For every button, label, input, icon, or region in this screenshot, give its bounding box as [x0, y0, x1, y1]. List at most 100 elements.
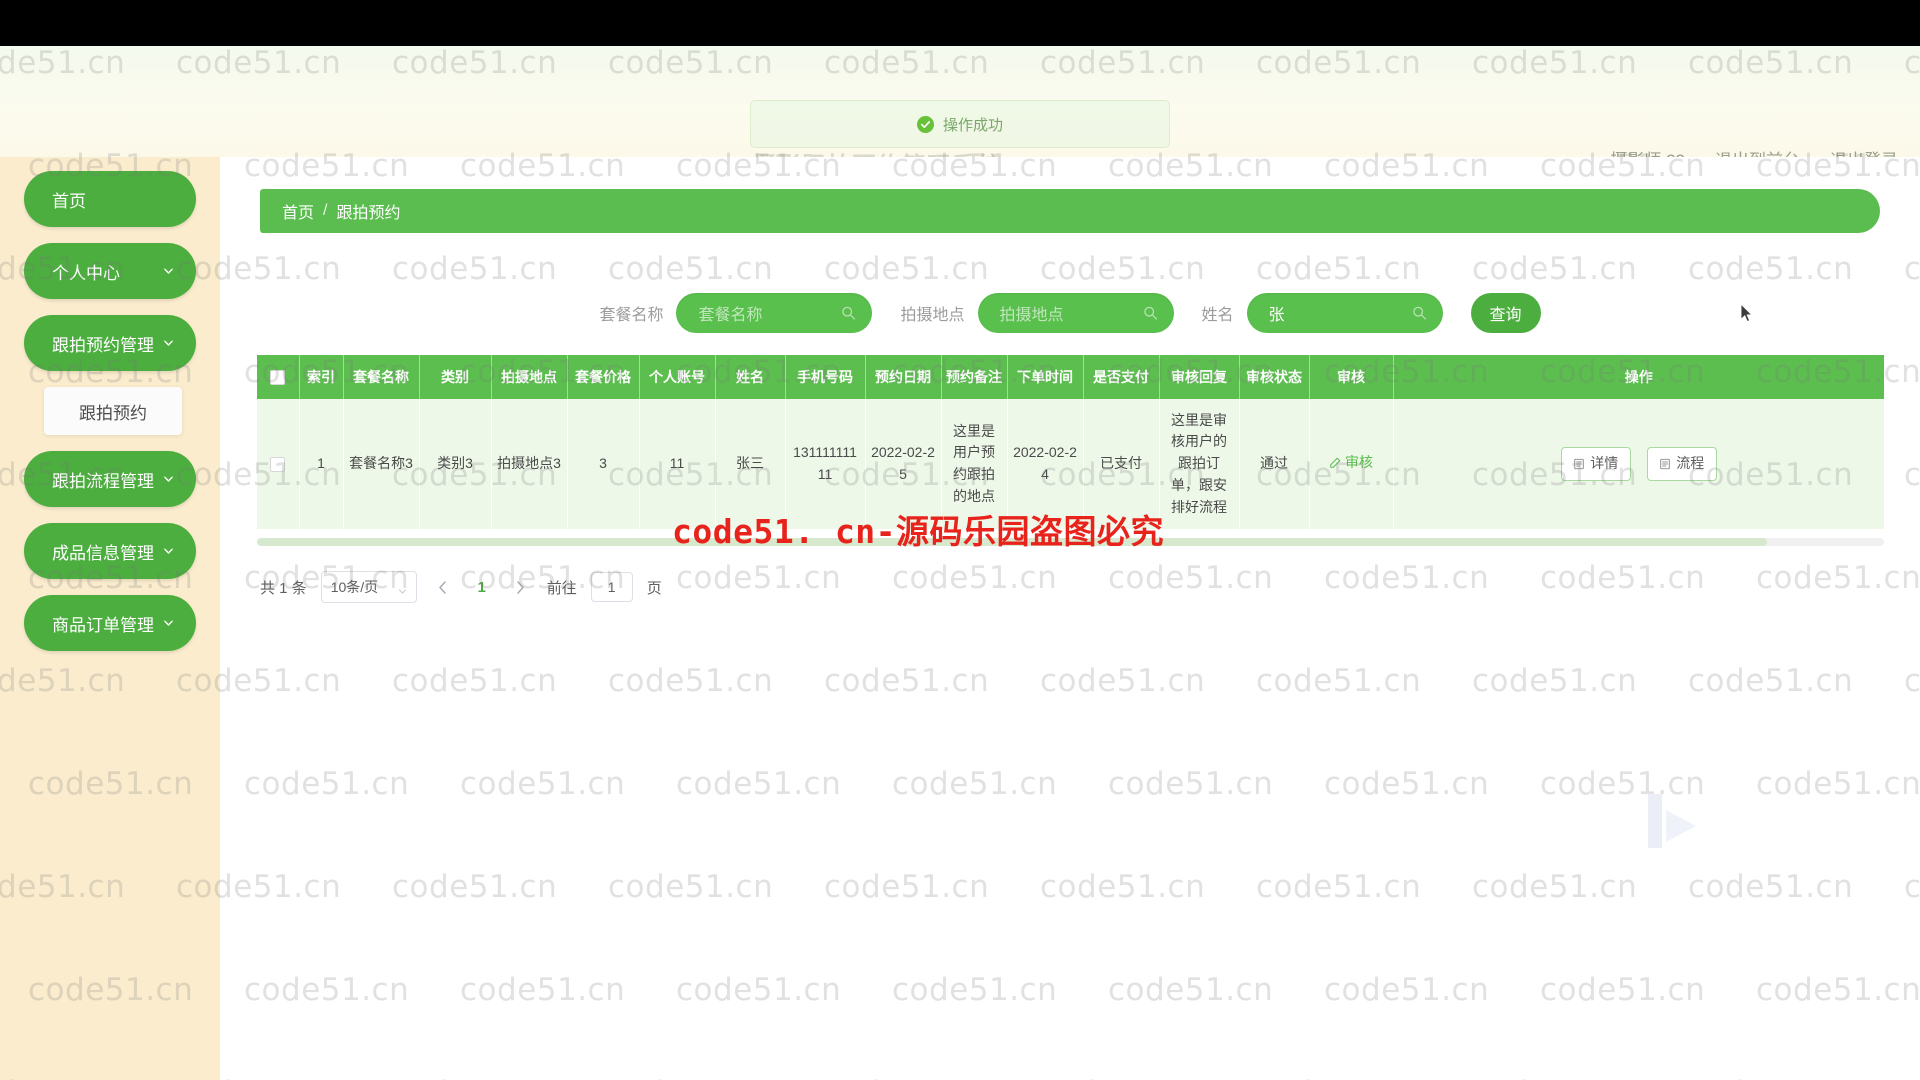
toast-message: 操作成功 [942, 116, 1003, 134]
submenu-booking-management: 跟拍预约 [44, 387, 182, 435]
cell-category: 类别3 [419, 399, 492, 529]
table-header-audit: 审核 [1309, 355, 1394, 399]
main-content: 首页 / 跟拍预约 套餐名称 套餐名称 拍摄地点 拍摄地点 姓名 张 查询 索引… [220, 157, 1920, 1080]
table-header-audit-status: 审核状态 [1239, 355, 1310, 399]
sidebar-item-label: 个人中心 [52, 263, 120, 283]
breadcrumb: 首页 / 跟拍预约 [260, 189, 1880, 233]
pagination: 共 1 条 10条/页 1 前往 1 页 [260, 567, 1880, 607]
cell-package-name: 套餐名称3 [343, 399, 420, 529]
sidebar: 首页 个人中心 跟拍预约管理 跟拍预约 跟拍流程管理 成品信息管理 商品订单管理 [0, 157, 220, 1080]
table-header-phone: 手机号码 [785, 355, 866, 399]
pagination-page-1[interactable]: 1 [469, 573, 495, 601]
cell-index: 1 [299, 399, 344, 529]
sidebar-item-goods-order-management[interactable]: 商品订单管理 [24, 595, 196, 651]
table-header-row: 索引 套餐名称 类别 拍摄地点 套餐价格 个人账号 姓名 手机号码 预约日期 预… [257, 355, 1884, 399]
detail-button-label: 详情 [1590, 455, 1619, 472]
sidebar-subitem-label: 跟拍预约 [79, 403, 147, 423]
row-select-cell[interactable] [257, 399, 300, 529]
breadcrumb-current: 跟拍预约 [336, 205, 401, 222]
detail-button[interactable]: 详情 [1560, 447, 1631, 481]
sidebar-item-label: 首页 [52, 191, 86, 211]
document-icon [1574, 458, 1585, 470]
watermark-red-text: code51. cn-源码乐园盗图必究 [672, 512, 1165, 551]
data-table: 索引 套餐名称 类别 拍摄地点 套餐价格 个人账号 姓名 手机号码 预约日期 预… [257, 355, 1884, 529]
pagination-goto-label: 前往 [546, 579, 577, 597]
chevron-left-icon [439, 580, 446, 594]
cell-location: 拍摄地点3 [491, 399, 568, 529]
sidebar-item-personal-center[interactable]: 个人中心 [24, 243, 196, 299]
top-black-bar [0, 0, 1920, 46]
pagination-next-button[interactable] [509, 573, 533, 601]
table-header-remark: 预约备注 [941, 355, 1008, 399]
check-circle-icon [916, 115, 934, 133]
sidebar-item-home[interactable]: 首页 [24, 171, 196, 227]
search-icon [841, 306, 856, 321]
search-input-name-value: 张 [1268, 307, 1285, 324]
table-header-booking-date: 预约日期 [865, 355, 942, 399]
data-table-container: 索引 套餐名称 类别 拍摄地点 套餐价格 个人账号 姓名 手机号码 预约日期 预… [257, 355, 1884, 529]
sidebar-item-product-info-management[interactable]: 成品信息管理 [24, 523, 196, 579]
pagination-total: 共 1 条 [260, 579, 307, 597]
table-header-order-time: 下单时间 [1007, 355, 1084, 399]
sidebar-item-label: 成品信息管理 [52, 543, 154, 563]
chevron-right-icon [517, 580, 524, 594]
chevron-down-icon [163, 474, 174, 485]
chevron-down-icon [398, 583, 407, 594]
row-checkbox[interactable] [270, 456, 286, 472]
cell-audit-action[interactable]: 审核 [1309, 399, 1394, 529]
page-size-value: 10条/页 [330, 579, 379, 595]
sidebar-item-label: 商品订单管理 [52, 615, 154, 635]
audit-button-label: 审核 [1345, 454, 1373, 471]
search-input-location[interactable]: 拍摄地点 [977, 293, 1174, 333]
filter-label-location: 拍摄地点 [900, 307, 965, 324]
search-icon [1412, 306, 1427, 321]
query-button[interactable]: 查询 [1470, 293, 1541, 333]
operations-group: 详情 流程 [1399, 447, 1880, 481]
pagination-page-unit: 页 [646, 579, 662, 597]
process-button[interactable]: 流程 [1646, 447, 1717, 481]
search-input-package-name-placeholder: 套餐名称 [698, 307, 763, 324]
sidebar-item-label: 跟拍预约管理 [52, 335, 154, 355]
filter-bar: 套餐名称 套餐名称 拍摄地点 拍摄地点 姓名 张 查询 [220, 285, 1920, 341]
chevron-down-icon [163, 618, 174, 629]
search-input-package-name[interactable]: 套餐名称 [676, 293, 873, 333]
table-header-category: 类别 [419, 355, 492, 399]
table-header-index: 索引 [299, 355, 344, 399]
table-header-select-all[interactable] [257, 355, 300, 399]
sidebar-item-label: 跟拍流程管理 [52, 471, 154, 491]
table-header-account: 个人账号 [639, 355, 716, 399]
process-button-label: 流程 [1676, 455, 1705, 472]
document-icon [1660, 458, 1671, 470]
chevron-down-icon [163, 338, 174, 349]
mouse-cursor [1740, 303, 1753, 323]
pagination-goto-input[interactable]: 1 [590, 572, 633, 602]
page-size-select[interactable]: 10条/页 [320, 571, 417, 603]
table-header-location: 拍摄地点 [491, 355, 568, 399]
table-header-operations: 操作 [1393, 355, 1884, 399]
cell-audit-status: 通过 [1239, 399, 1310, 529]
table-header-audit-reply: 审核回复 [1159, 355, 1240, 399]
pagination-prev-button[interactable] [431, 573, 455, 601]
chevron-down-icon [163, 266, 174, 277]
cell-operations[interactable]: 详情 流程 [1393, 399, 1884, 529]
cell-audit-reply: 这里是审核用户的跟拍订单，跟安排好流程 [1159, 399, 1240, 529]
sidebar-subitem-booking[interactable]: 跟拍预约 [44, 387, 182, 435]
search-input-location-placeholder: 拍摄地点 [999, 307, 1064, 324]
breadcrumb-root[interactable]: 首页 [282, 199, 314, 223]
table-header-package-name: 套餐名称 [343, 355, 420, 399]
search-icon [1143, 306, 1158, 321]
table-header-paid: 是否支付 [1083, 355, 1160, 399]
filter-label-package-name: 套餐名称 [599, 307, 664, 324]
search-input-name[interactable]: 张 [1246, 293, 1443, 333]
filter-label-name: 姓名 [1201, 307, 1234, 324]
sidebar-item-process-management[interactable]: 跟拍流程管理 [24, 451, 196, 507]
breadcrumb-separator: / [323, 202, 328, 219]
sidebar-item-booking-management[interactable]: 跟拍预约管理 [24, 315, 196, 371]
table-header-name: 姓名 [715, 355, 786, 399]
select-all-checkbox[interactable] [270, 370, 286, 386]
chevron-down-icon [163, 546, 174, 557]
edit-icon [1330, 457, 1341, 468]
audit-button[interactable]: 审核 [1329, 452, 1373, 474]
success-toast: 操作成功 [750, 100, 1170, 148]
brand-logo-watermark [1648, 794, 1696, 848]
